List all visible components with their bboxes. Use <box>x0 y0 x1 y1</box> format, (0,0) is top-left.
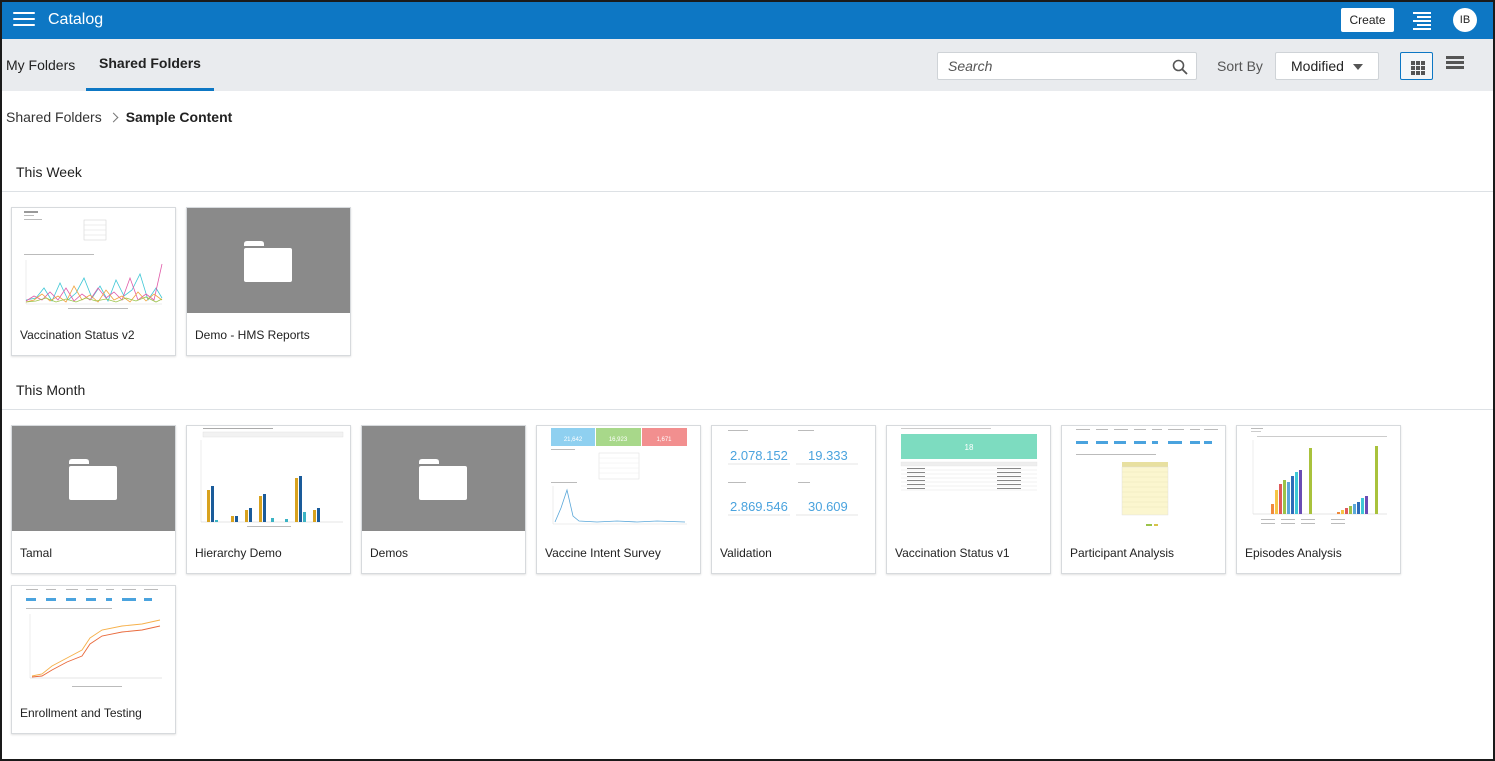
sort-select[interactable]: Modified <box>1275 52 1379 80</box>
create-button[interactable]: Create <box>1341 8 1394 32</box>
catalog-item-card[interactable]: Tamal <box>11 425 176 574</box>
tile-value: 16,923 <box>609 437 628 443</box>
catalog-item-label: Vaccine Intent Survey <box>545 546 661 560</box>
report-thumbnail <box>12 208 175 313</box>
catalog-item-label: Vaccination Status v1 <box>895 546 1010 560</box>
avatar[interactable]: IB <box>1453 8 1477 32</box>
report-thumbnail <box>1062 426 1225 531</box>
section-divider <box>2 409 1493 410</box>
catalog-window: Catalog Create IB My Folders Shared Fold… <box>0 0 1495 761</box>
catalog-item-card[interactable]: Enrollment and Testing <box>11 585 176 734</box>
search-box <box>937 52 1197 80</box>
chevron-down-icon <box>1353 64 1363 70</box>
catalog-item-label: Episodes Analysis <box>1245 546 1342 560</box>
section-title-this-week: This Week <box>16 164 82 180</box>
sort-by-label: Sort By <box>1217 58 1263 74</box>
grid-view-button[interactable] <box>1400 52 1433 80</box>
catalog-item-card[interactable]: Demo - HMS Reports <box>186 207 351 356</box>
kpi-value: 19.333 <box>808 448 848 463</box>
folder-icon <box>244 241 292 282</box>
sort-select-value: Modified <box>1291 58 1344 74</box>
catalog-item-label: Vaccination Status v2 <box>20 328 135 342</box>
catalog-item-label: Hierarchy Demo <box>195 546 282 560</box>
tile-value: 21,642 <box>564 437 583 443</box>
tab-bar: My Folders Shared Folders Sort By Modifi… <box>2 39 1493 91</box>
catalog-item-card[interactable]: 2.078.152 19.333 2.869.546 30.609 Valida… <box>711 425 876 574</box>
catalog-item-card[interactable]: Participant Analysis <box>1061 425 1226 574</box>
catalog-item-label: Enrollment and Testing <box>20 706 142 720</box>
kpi-value: 2.078.152 <box>730 448 788 463</box>
list-view-button[interactable] <box>1446 56 1464 74</box>
report-thumbnail <box>1237 426 1400 531</box>
report-thumbnail: 18 <box>887 426 1050 531</box>
hamburger-icon[interactable] <box>13 12 35 29</box>
banner-value: 18 <box>965 443 974 452</box>
list-menu-icon[interactable] <box>1413 12 1431 30</box>
breadcrumb-current: Sample Content <box>125 109 233 125</box>
breadcrumb-parent[interactable]: Shared Folders <box>6 109 102 125</box>
catalog-item-card[interactable]: Hierarchy Demo <box>186 425 351 574</box>
kpi-value: 2.869.546 <box>730 499 788 514</box>
catalog-item-label: Validation <box>720 546 772 560</box>
report-thumbnail: 21,642 16,923 1,671 <box>537 426 700 531</box>
tab-shared-folders[interactable]: Shared Folders <box>86 39 214 91</box>
catalog-item-label: Demo - HMS Reports <box>195 328 310 342</box>
section-divider <box>2 191 1493 192</box>
catalog-item-label: Demos <box>370 546 409 560</box>
folder-thumbnail <box>187 208 350 313</box>
folder-icon <box>419 459 467 500</box>
folder-icon <box>69 459 117 500</box>
chevron-right-icon <box>108 112 119 122</box>
tile-value: 1,671 <box>656 437 672 443</box>
catalog-item-label: Participant Analysis <box>1070 546 1175 560</box>
catalog-item-card[interactable]: 21,642 16,923 1,671 Vaccine Intent Surve… <box>536 425 701 574</box>
folder-thumbnail <box>12 426 175 531</box>
catalog-item-card[interactable]: Demos <box>361 425 526 574</box>
breadcrumb: Shared Folders Sample Content <box>6 109 232 125</box>
section-title-this-month: This Month <box>16 382 86 398</box>
report-thumbnail <box>187 426 350 531</box>
search-icon[interactable] <box>1172 59 1188 75</box>
catalog-item-card[interactable]: Episodes Analysis <box>1236 425 1401 574</box>
catalog-item-label: Tamal <box>20 546 53 560</box>
folder-thumbnail <box>362 426 525 531</box>
top-bar: Catalog Create IB <box>2 2 1493 39</box>
report-thumbnail: 2.078.152 19.333 2.869.546 30.609 <box>712 426 875 531</box>
report-thumbnail <box>12 586 175 691</box>
kpi-value: 30.609 <box>808 499 848 514</box>
app-title: Catalog <box>48 11 104 28</box>
catalog-item-card[interactable]: 18 Vaccination Status v1 <box>886 425 1051 574</box>
search-input[interactable] <box>938 53 1168 79</box>
catalog-item-card[interactable]: Vaccination Status v2 <box>11 207 176 356</box>
tab-my-folders[interactable]: My Folders <box>6 39 81 91</box>
